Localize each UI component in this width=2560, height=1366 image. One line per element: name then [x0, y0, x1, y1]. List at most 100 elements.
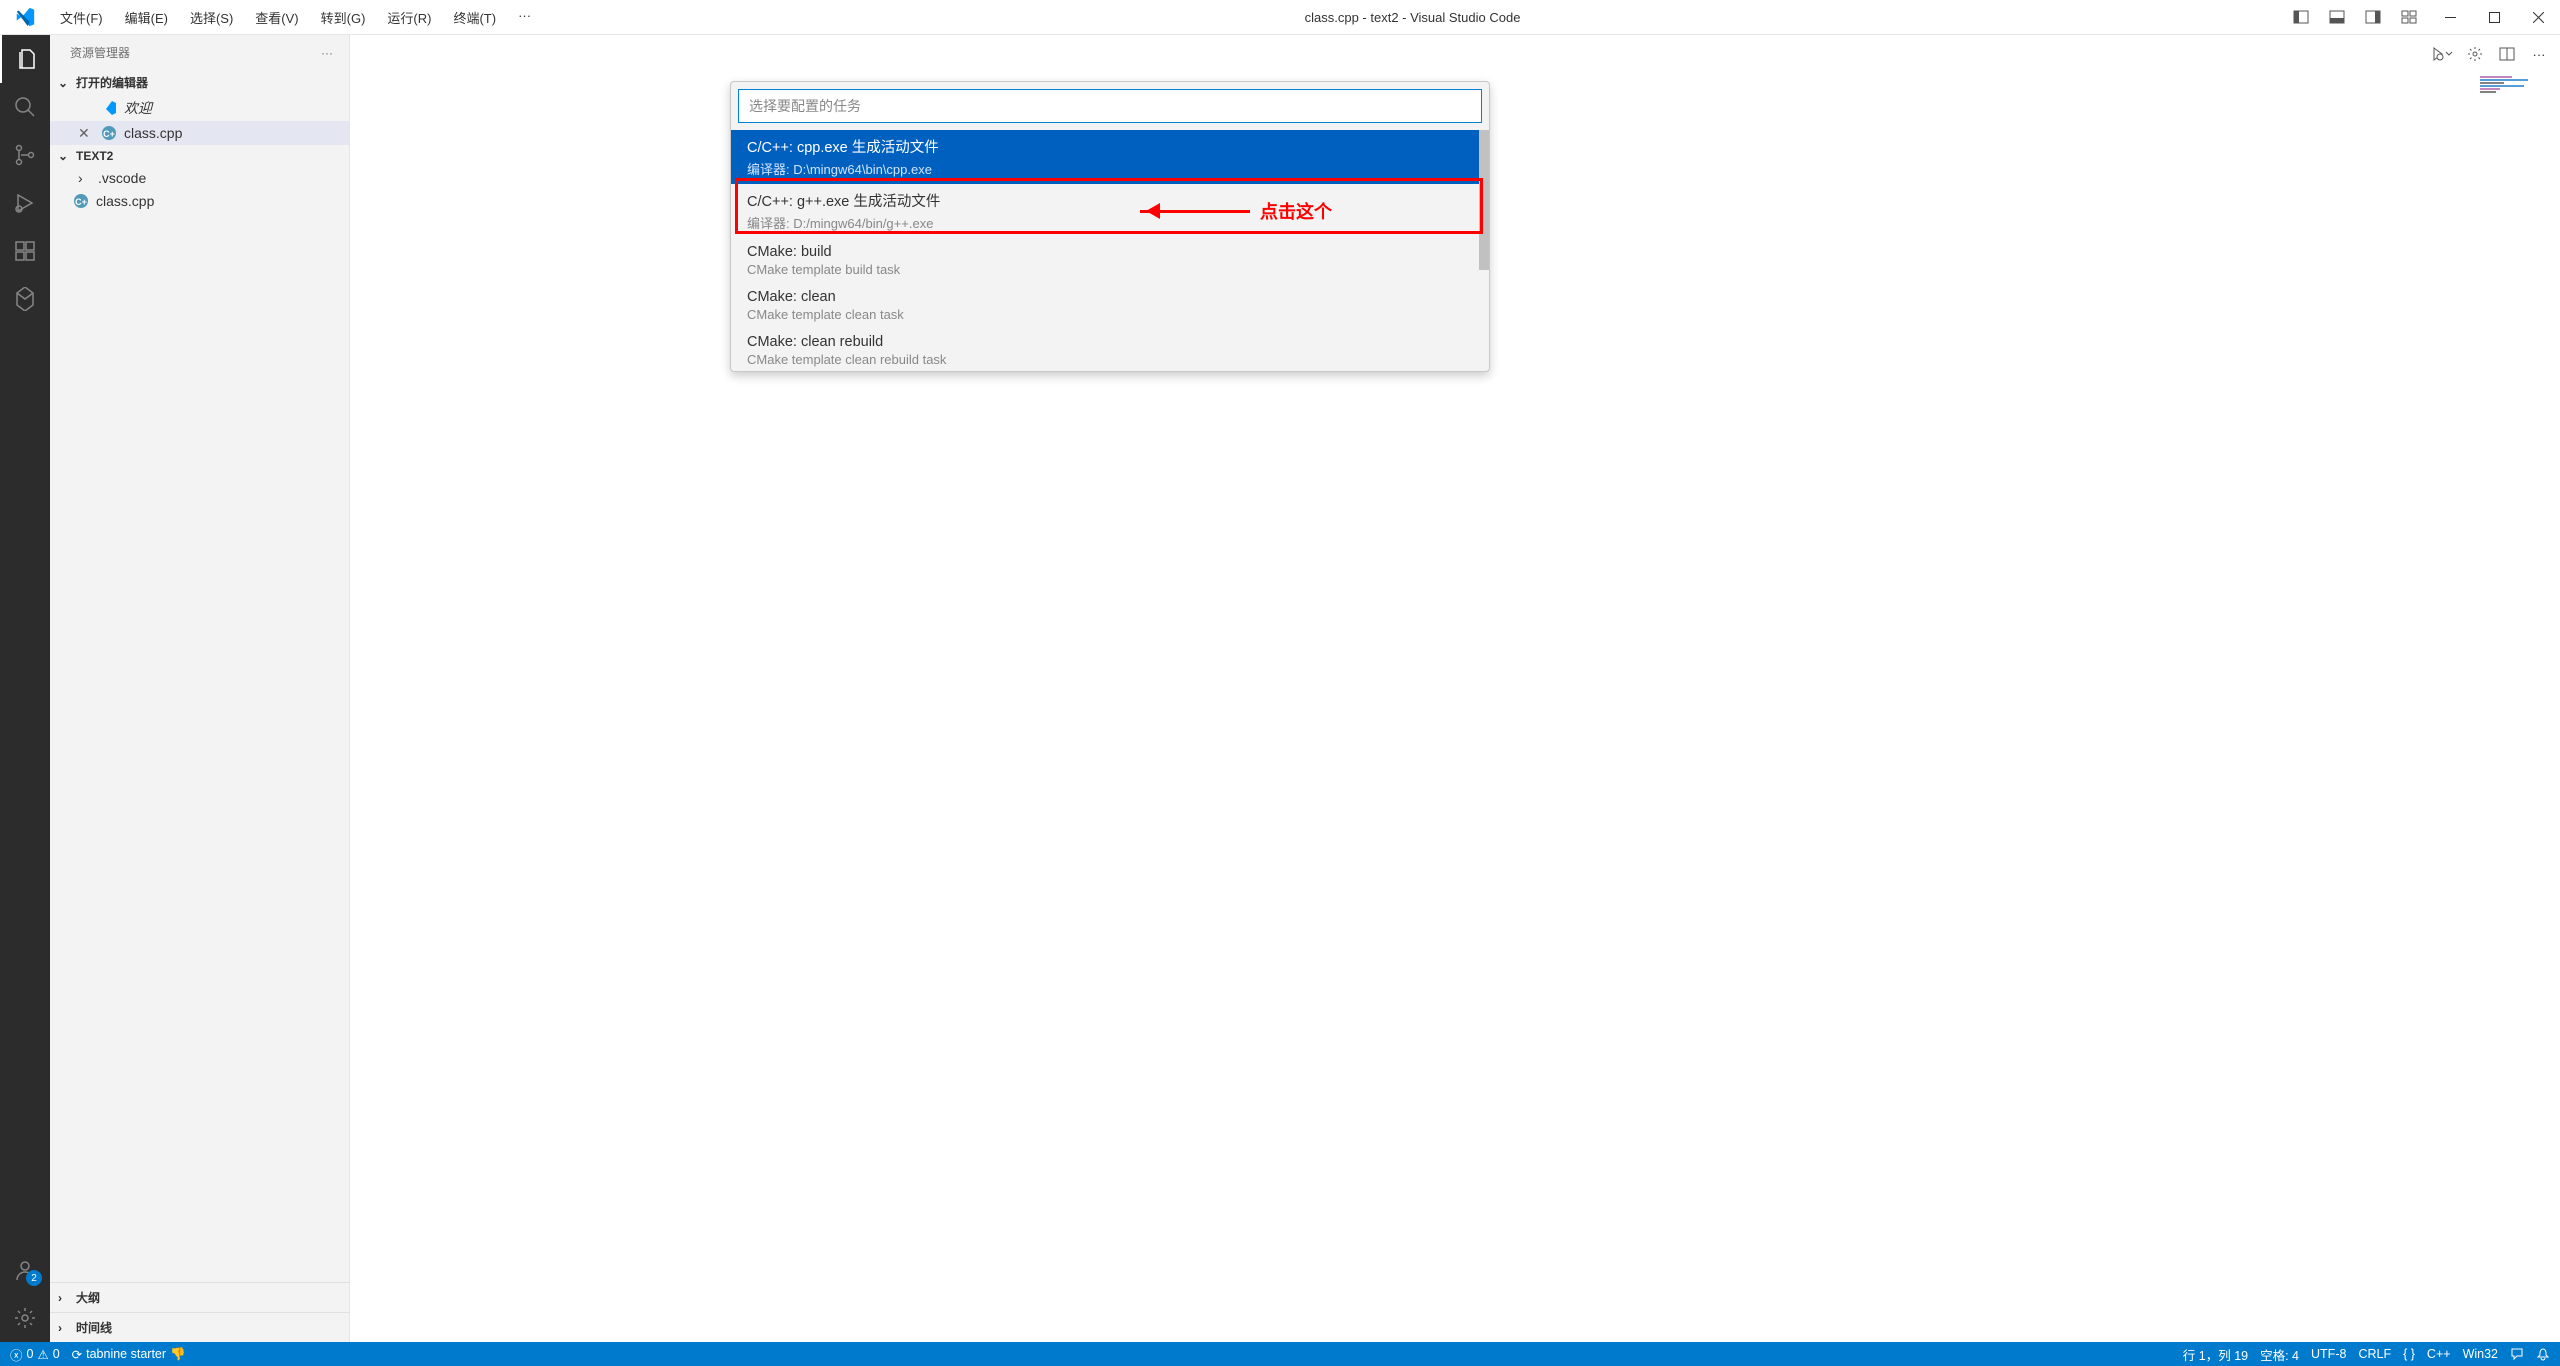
- sidebar-header: 资源管理器 ···: [50, 35, 349, 70]
- folder-vscode[interactable]: › .vscode: [50, 167, 349, 189]
- section-outline-label: 大纲: [76, 1289, 100, 1306]
- quickpick-scrollbar[interactable]: [1479, 130, 1489, 270]
- sidebar-more-icon[interactable]: ···: [321, 46, 333, 60]
- status-line-col[interactable]: 行 1，列 19: [2183, 1345, 2248, 1364]
- section-workspace-label: TEXT2: [76, 149, 113, 163]
- activity-accounts-icon[interactable]: 2: [0, 1246, 50, 1294]
- run-dropdown-icon[interactable]: [2430, 41, 2456, 67]
- activity-explorer-icon[interactable]: [0, 35, 50, 83]
- menu-bar: 文件(F) 编辑(E) 选择(S) 查看(V) 转到(G) 运行(R) 终端(T…: [50, 4, 541, 31]
- status-braces[interactable]: { }: [2403, 1347, 2415, 1361]
- cpp-file-icon: C+: [100, 124, 118, 142]
- toggle-primary-sidebar-icon[interactable]: [2284, 3, 2318, 31]
- editor-more-icon[interactable]: ···: [2526, 41, 2552, 67]
- close-button[interactable]: [2516, 0, 2560, 35]
- quickpick-item-cmake-clean[interactable]: CMake: clean CMake template clean task: [731, 283, 1489, 328]
- status-tabnine[interactable]: ⟳ tabnine starter 👎: [72, 1347, 186, 1362]
- activity-search-icon[interactable]: [0, 83, 50, 131]
- window-controls: [2428, 0, 2560, 35]
- menu-edit[interactable]: 编辑(E): [115, 4, 178, 31]
- main-area: 2 资源管理器 ··· ⌄打开的编辑器 欢迎 ✕ C+ class.cpp ⌄T…: [0, 35, 2560, 1342]
- minimize-button[interactable]: [2428, 0, 2472, 35]
- menu-more-icon[interactable]: ···: [508, 4, 541, 31]
- open-editor-welcome[interactable]: 欢迎: [50, 95, 349, 121]
- titlebar: 文件(F) 编辑(E) 选择(S) 查看(V) 转到(G) 运行(R) 终端(T…: [0, 0, 2560, 35]
- qp-item-title: CMake: build: [747, 244, 1473, 260]
- status-warnings-count: 0: [53, 1347, 60, 1361]
- quickpick-input[interactable]: 选择要配置的任务: [738, 89, 1482, 123]
- quickpick-item-cmake-build[interactable]: CMake: build CMake template build task: [731, 238, 1489, 283]
- folder-vscode-label: .vscode: [98, 170, 146, 186]
- title-layout-actions: [2284, 3, 2428, 31]
- menu-run[interactable]: 运行(R): [377, 4, 441, 31]
- toggle-panel-icon[interactable]: [2320, 3, 2354, 31]
- editor-area: ··· 选择要配置的任务 C/C++: cpp.exe 生成活动文件 编译器: …: [350, 35, 2560, 1342]
- annotation-text: 点击这个: [1260, 198, 1332, 224]
- open-editor-welcome-label: 欢迎: [124, 98, 152, 118]
- status-tabnine-label: tabnine starter: [86, 1347, 166, 1361]
- qp-item-desc: CMake template clean rebuild task: [747, 352, 1473, 367]
- status-errors-count: 0: [27, 1347, 34, 1361]
- chevron-right-icon: ›: [78, 170, 92, 186]
- qp-item-desc: CMake template build task: [747, 262, 1473, 277]
- menu-terminal[interactable]: 终端(T): [443, 4, 506, 31]
- menu-select[interactable]: 选择(S): [180, 4, 243, 31]
- quickpick-item-gpp-exe[interactable]: C/C++: g++.exe 生成活动文件 编译器: D:/mingw64/bi…: [731, 184, 1489, 238]
- maximize-button[interactable]: [2472, 0, 2516, 35]
- settings-gear-icon[interactable]: [2462, 41, 2488, 67]
- qp-item-desc: 编译器: D:/mingw64/bin/g++.exe: [747, 213, 1473, 232]
- customize-layout-icon[interactable]: [2392, 3, 2426, 31]
- arrow-icon: [1140, 210, 1250, 213]
- qp-item-title: CMake: clean: [747, 289, 1473, 305]
- status-problems[interactable]: ⓧ0 ⚠0: [10, 1345, 60, 1364]
- close-icon[interactable]: ✕: [78, 125, 94, 142]
- open-editor-classcpp[interactable]: ✕ C+ class.cpp: [50, 121, 349, 145]
- error-icon: ⓧ: [10, 1345, 23, 1364]
- section-timeline[interactable]: ›时间线: [50, 1312, 349, 1342]
- quickpick-list: C/C++: cpp.exe 生成活动文件 编译器: D:\mingw64\bi…: [731, 130, 1489, 371]
- editor-actions: ···: [2430, 41, 2552, 67]
- open-editor-classcpp-label: class.cpp: [124, 125, 182, 141]
- cpp-file-icon: C+: [72, 192, 90, 210]
- sidebar-explorer: 资源管理器 ··· ⌄打开的编辑器 欢迎 ✕ C+ class.cpp ⌄TEX…: [50, 35, 350, 1342]
- qp-item-title: C/C++: cpp.exe 生成活动文件: [747, 136, 1473, 157]
- warning-icon: ⚠: [37, 1347, 48, 1362]
- section-open-editors[interactable]: ⌄打开的编辑器: [50, 70, 349, 95]
- qp-item-title: CMake: clean rebuild: [747, 334, 1473, 350]
- file-classcpp[interactable]: C+ class.cpp: [50, 189, 349, 213]
- status-eol[interactable]: CRLF: [2358, 1347, 2391, 1361]
- svg-text:C+: C+: [103, 129, 115, 139]
- activity-bar: 2: [0, 35, 50, 1342]
- activity-extensions-icon[interactable]: [0, 227, 50, 275]
- menu-goto[interactable]: 转到(G): [311, 4, 376, 31]
- split-editor-icon[interactable]: [2494, 41, 2520, 67]
- file-classcpp-label: class.cpp: [96, 193, 154, 209]
- section-outline[interactable]: ›大纲: [50, 1282, 349, 1312]
- quickpick-item-cmake-clean-rebuild[interactable]: CMake: clean rebuild CMake template clea…: [731, 328, 1489, 371]
- activity-extra-icon[interactable]: [0, 275, 50, 323]
- explorer-tree: ⌄打开的编辑器 欢迎 ✕ C+ class.cpp ⌄TEXT2 › .vsco…: [50, 70, 349, 1282]
- activity-source-control-icon[interactable]: [0, 131, 50, 179]
- status-platform[interactable]: Win32: [2463, 1347, 2498, 1361]
- section-open-editors-label: 打开的编辑器: [76, 74, 148, 91]
- section-workspace[interactable]: ⌄TEXT2: [50, 145, 349, 167]
- status-encoding[interactable]: UTF-8: [2311, 1347, 2346, 1361]
- status-feedback-icon[interactable]: [2510, 1347, 2524, 1361]
- qp-item-desc: CMake template clean task: [747, 307, 1473, 322]
- vscode-icon: [100, 99, 118, 117]
- quickpick-item-cpp-exe[interactable]: C/C++: cpp.exe 生成活动文件 编译器: D:\mingw64\bi…: [731, 130, 1489, 184]
- minimap[interactable]: [2476, 75, 2556, 125]
- activity-settings-icon[interactable]: [0, 1294, 50, 1342]
- menu-file[interactable]: 文件(F): [50, 4, 113, 31]
- svg-text:C+: C+: [75, 197, 87, 207]
- status-indent[interactable]: 空格: 4: [2260, 1345, 2299, 1364]
- sync-icon: ⟳: [72, 1347, 82, 1362]
- annotation-arrow: 点击这个: [1140, 198, 1332, 224]
- menu-view[interactable]: 查看(V): [245, 4, 308, 31]
- vscode-logo-icon: [0, 6, 50, 28]
- toggle-secondary-sidebar-icon[interactable]: [2356, 3, 2390, 31]
- status-bell-icon[interactable]: [2536, 1347, 2550, 1361]
- window-title: class.cpp - text2 - Visual Studio Code: [541, 10, 2284, 25]
- activity-run-debug-icon[interactable]: [0, 179, 50, 227]
- status-language[interactable]: C++: [2427, 1347, 2451, 1361]
